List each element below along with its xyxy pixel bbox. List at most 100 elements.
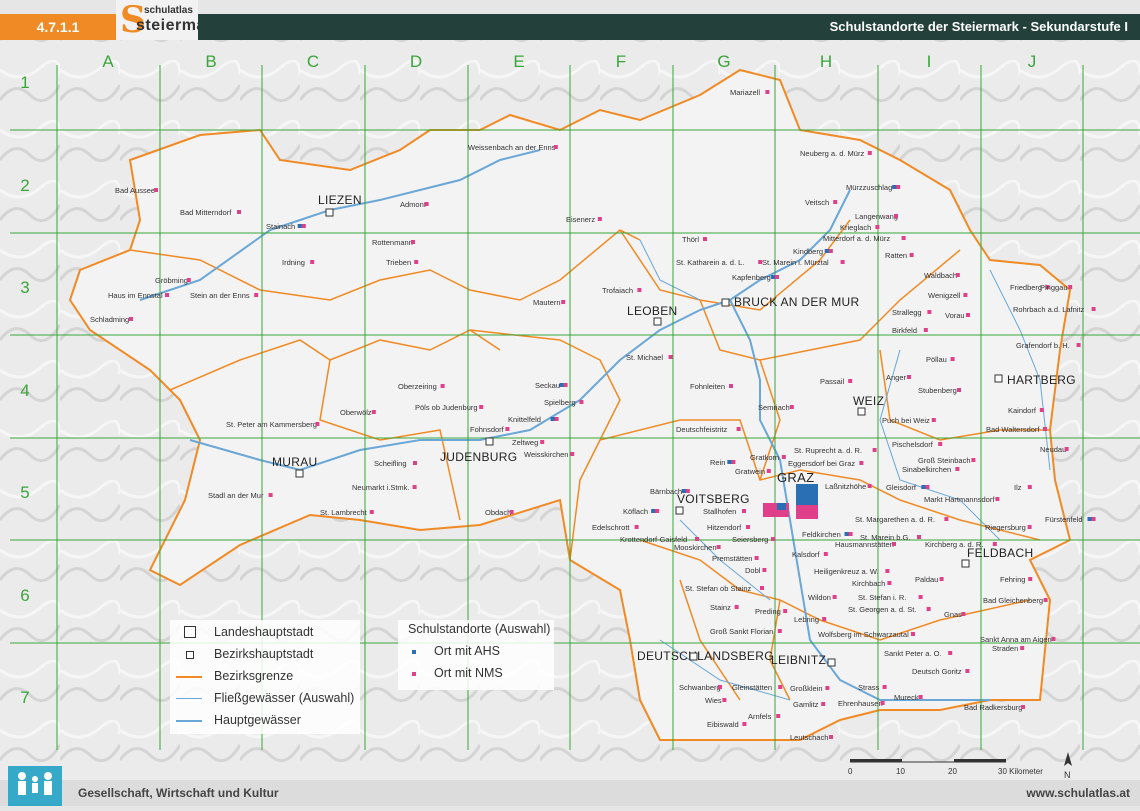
place-label: Stainach: [266, 222, 295, 231]
place-label: Riegersburg: [985, 523, 1026, 532]
landeshauptstadt-symbol: [184, 626, 196, 638]
place-label: Hausmannstätten: [835, 540, 894, 549]
header: 4.7.1.1 S schulatlas steiermark Schulsta…: [0, 0, 1140, 40]
legend-label: Hauptgewässer: [214, 713, 301, 727]
school-marker: [892, 542, 896, 546]
place-label: Sankt Peter a. O.: [884, 649, 942, 658]
title-bar: Schulstandorte der Steiermark - Sekundar…: [198, 14, 1140, 40]
school-marker: [746, 525, 750, 529]
place-label: Schwanberg: [679, 683, 721, 692]
ahs-marker: [651, 509, 656, 513]
place-label: Fohnleiten: [690, 382, 725, 391]
school-marker: [315, 422, 320, 426]
school-marker: [722, 698, 727, 702]
legend-row: Landeshauptstadt: [170, 622, 360, 642]
school-marker: [634, 525, 639, 529]
school-marker: [961, 612, 966, 616]
place-label: Gamlitz: [793, 700, 819, 709]
legend-row: Ort mit NMS: [412, 666, 503, 680]
school-marker: [859, 461, 864, 465]
place-label: Groß Steinbach: [918, 456, 971, 465]
school-marker: [776, 714, 781, 718]
school-marker: [762, 568, 767, 572]
school-marker: [948, 651, 953, 655]
school-marker: [509, 510, 514, 514]
place-label: Feldkirchen: [802, 530, 841, 539]
place-label: St. Ruprecht a. d. R.: [794, 446, 862, 455]
school-marker: [965, 669, 970, 673]
ahs-marker: [550, 417, 555, 421]
place-label: Seiersberg: [732, 535, 768, 544]
place-label: Sinabelkirchen: [902, 465, 951, 474]
ahs-marker: [771, 275, 775, 279]
place-label: St. Margarethen a. d. R.: [855, 515, 935, 524]
place-label: Anger: [886, 373, 907, 382]
place-label: Bad Radkersburg: [964, 703, 1022, 712]
place-label: Kaindorf: [1008, 406, 1037, 415]
school-marker: [950, 357, 955, 361]
place-label: Großklein: [790, 684, 823, 693]
school-marker: [505, 427, 510, 431]
scale-tick: 0: [848, 767, 853, 776]
school-marker: [154, 188, 158, 192]
place-label: St. Lambrecht: [320, 508, 368, 517]
scale-tick: 20: [948, 767, 957, 776]
place-label: Spielberg: [544, 398, 576, 407]
legend: Landeshauptstadt Bezirkshauptstadt Bezir…: [170, 620, 360, 734]
place-label: Wolfsberg im Schwarzautal: [818, 630, 909, 639]
school-marker: [781, 455, 786, 459]
school-marker: [829, 735, 833, 739]
place-label: Mooskirchen: [674, 543, 717, 552]
legend-row: Ort mit AHS: [412, 644, 500, 658]
schulatlas-logo: S schulatlas steiermark: [116, 0, 221, 40]
place-label: Semriach: [758, 403, 790, 412]
school-marker: [848, 379, 853, 383]
place-label: Veitsch: [805, 198, 829, 207]
place-label: Rein: [710, 458, 725, 467]
place-label: Gratwein: [735, 467, 765, 476]
place-label: Langenwang: [855, 212, 898, 221]
place-label: St. Peter am Kammersberg: [226, 420, 317, 429]
school-marker: [424, 202, 429, 206]
school-marker: [918, 595, 923, 599]
logo-top-text: schulatlas: [144, 5, 193, 16]
place-label: Vorau: [945, 311, 965, 320]
place-label: Weissenbach an der Enns: [468, 143, 556, 152]
place-label: Bad Aussee: [115, 186, 155, 195]
school-marker: [971, 458, 976, 462]
school-marker: [923, 328, 928, 332]
place-label: Deutsch Goritz: [912, 667, 962, 676]
place-label: Eibiswald: [707, 720, 739, 729]
place-label: Irdning: [282, 258, 305, 267]
place-label: Neuberg a. d. Mürz: [800, 149, 864, 158]
footer-category: Gesellschaft, Wirtschaft und Kultur: [78, 786, 279, 800]
place-label: Oberzeiring: [398, 382, 437, 391]
place-label: St. Marein i. Mürztal: [762, 258, 829, 267]
ahs-marker: [297, 224, 302, 228]
place-label: Pöls ob Judenburg: [415, 403, 478, 412]
ahs-marker: [727, 460, 732, 464]
legend-label: Ort mit AHS: [434, 644, 500, 658]
school-marker: [840, 260, 845, 264]
scale-tick: 10: [896, 767, 905, 776]
bezirkshauptstadt-symbol: [186, 651, 194, 659]
school-marker: [570, 452, 575, 456]
school-marker: [369, 510, 374, 514]
school-marker: [668, 355, 673, 359]
school-marker: [963, 293, 968, 297]
school-marker: [778, 685, 783, 689]
place-label: Heiligenkreuz a. W.: [814, 567, 879, 576]
place-label: Grafendorf b. H.: [1016, 341, 1070, 350]
place-label: St. Stefan ob Stainz: [685, 584, 752, 593]
place-label: Kalsdorf: [792, 550, 820, 559]
school-marker: [1043, 598, 1048, 602]
school-marker: [1043, 427, 1047, 431]
legend-label: Ort mit NMS: [434, 666, 503, 680]
place-label: Gleisdorf: [886, 483, 917, 492]
footer-url[interactable]: www.schulatlas.at: [1026, 780, 1130, 806]
school-marker: [412, 485, 417, 489]
place-label: Knittelfeld: [508, 415, 541, 424]
school-marker: [944, 517, 949, 521]
place-label: Trieben: [386, 258, 411, 267]
legend-label: Bezirksgrenze: [214, 669, 294, 683]
